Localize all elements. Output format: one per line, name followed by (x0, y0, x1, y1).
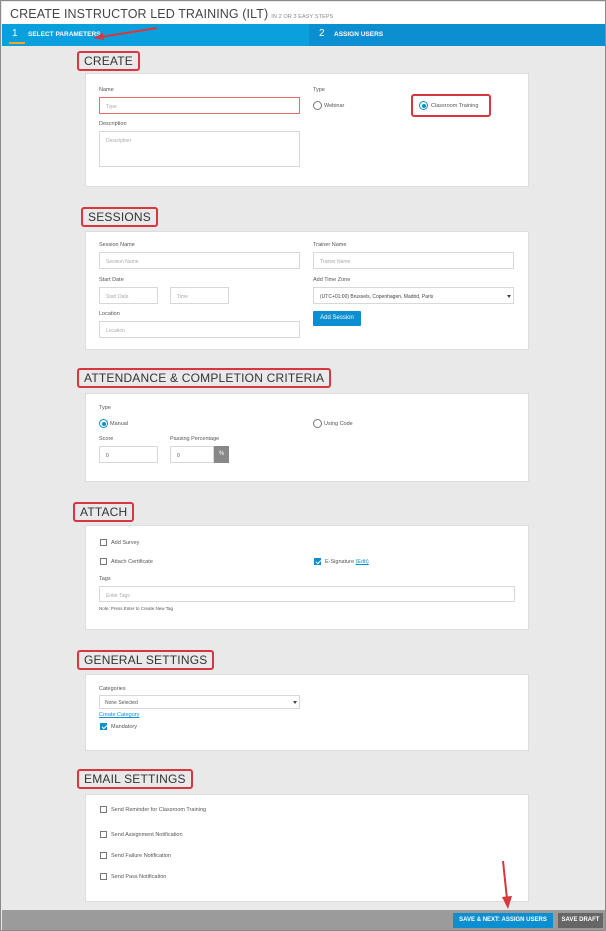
page-header: CREATE INSTRUCTOR LED TRAINING (ILT) IN 2… (2, 2, 605, 24)
location-input[interactable]: Location (99, 321, 300, 338)
step-label: SELECT PARAMETERS (28, 31, 101, 38)
save-draft-button[interactable]: SAVE DRAFT (558, 913, 603, 928)
step-number: 1 (12, 28, 18, 39)
webinar-radio[interactable] (313, 101, 322, 110)
e-signature-checkbox[interactable] (314, 558, 321, 565)
attach-panel: Add Survey Attach Certificate E-Signatur… (85, 525, 529, 630)
using-code-radio[interactable] (313, 419, 322, 428)
description-textarea[interactable]: Description (99, 131, 300, 167)
description-label: Description (99, 121, 127, 127)
score-label: Score (99, 436, 114, 442)
attach-certificate-checkbox[interactable] (100, 558, 107, 565)
tags-label: Tags (99, 576, 111, 582)
step-assign-users[interactable]: 2 ASSIGN USERS (309, 24, 605, 46)
create-panel: Name Type Description Description Type W… (85, 73, 529, 187)
e-signature-edit-link[interactable]: (Edit) (356, 559, 369, 565)
type-label: Type (313, 87, 325, 93)
send-reminder-checkbox[interactable] (100, 806, 107, 813)
session-name-input[interactable]: Session Name (99, 252, 300, 269)
categories-select[interactable]: None Selected (99, 695, 300, 709)
percent-addon: % (214, 446, 229, 463)
session-name-label: Session Name (99, 242, 135, 248)
using-code-label: Using Code (324, 421, 353, 427)
create-category-link[interactable]: Create Category (99, 712, 139, 718)
section-title-general: GENERAL SETTINGS (77, 650, 215, 670)
section-title-sessions: SESSIONS (81, 207, 158, 227)
send-failure-label: Send Failure Notification (111, 853, 171, 859)
start-date-input[interactable]: Start Date (99, 287, 158, 304)
annotation-arrow-step (93, 27, 158, 40)
chevron-down-icon (507, 295, 511, 298)
general-panel: Categories None Selected Create Category… (85, 674, 529, 751)
send-assignment-label: Send Assignment Notification (111, 832, 183, 838)
tags-input[interactable]: Enter Tags (99, 586, 515, 602)
score-input[interactable]: 0 (99, 446, 158, 463)
trainer-name-label: Trainer Name (313, 242, 347, 248)
add-survey-checkbox[interactable] (100, 539, 107, 546)
add-session-button[interactable]: Add Session (313, 311, 361, 326)
step-label: ASSIGN USERS (334, 31, 384, 38)
step-active-indicator (9, 42, 25, 44)
save-next-button[interactable]: SAVE & NEXT: ASSIGN USERS (453, 913, 553, 928)
location-label: Location (99, 311, 120, 317)
name-input[interactable]: Type (99, 97, 300, 114)
app-frame: CREATE INSTRUCTOR LED TRAINING (ILT) IN 2… (0, 0, 606, 931)
send-failure-checkbox[interactable] (100, 852, 107, 859)
page-title: CREATE INSTRUCTOR LED TRAINING (ILT) IN 2… (10, 7, 333, 21)
classroom-training-radio[interactable] (419, 101, 428, 110)
email-panel: Send Reminder for Classroom Training Sen… (85, 794, 529, 902)
chevron-down-icon (293, 701, 297, 704)
attach-certificate-label: Attach Certificate (111, 559, 153, 565)
attendance-panel: Type Manual Using Code Score 0 Passing P… (85, 393, 529, 482)
mandatory-checkbox[interactable] (100, 723, 107, 730)
manual-label: Manual (110, 421, 129, 427)
classroom-training-label: Classroom Training (431, 103, 479, 109)
time-zone-label: Add Time Zone (313, 277, 351, 283)
trainer-name-input[interactable]: Trainer Name (313, 252, 514, 269)
section-title-attendance: ATTENDANCE & COMPLETION CRITERIA (77, 368, 332, 388)
passing-percentage-input[interactable]: 0 (170, 446, 214, 463)
footer-bar: SAVE & NEXT: ASSIGN USERS SAVE DRAFT (2, 910, 605, 930)
page-title-text: CREATE INSTRUCTOR LED TRAINING (ILT) (10, 7, 269, 21)
manual-radio[interactable] (99, 419, 108, 428)
categories-label: Categories (99, 686, 126, 692)
add-survey-label: Add Survey (111, 540, 140, 546)
mandatory-label: Mandatory (111, 724, 137, 730)
section-title-create: CREATE (77, 51, 140, 71)
time-zone-select[interactable]: (UTC+01:00) Brussels, Copenhagen, Madrid… (313, 287, 514, 304)
name-label: Name (99, 87, 114, 93)
step-number: 2 (319, 28, 325, 39)
page-subtitle: IN 2 OR 3 EASY STEPS (271, 14, 334, 20)
tags-note: Note: Press Enter to Create New Tag (99, 606, 173, 611)
start-date-label: Start Date (99, 277, 124, 283)
send-assignment-checkbox[interactable] (100, 831, 107, 838)
webinar-label: Webinar (324, 103, 345, 109)
section-title-attach: ATTACH (73, 502, 135, 522)
send-reminder-label: Send Reminder for Classroom Training (111, 807, 207, 813)
attendance-type-label: Type (99, 405, 111, 411)
section-title-email: EMAIL SETTINGS (77, 769, 193, 789)
annotation-arrow-save (502, 860, 512, 909)
e-signature-label: E-Signature (Edit) (325, 559, 369, 565)
passing-percentage-label: Passing Percentage (170, 436, 220, 442)
send-pass-checkbox[interactable] (100, 873, 107, 880)
sessions-panel: Session Name Session Name Trainer Name T… (85, 231, 529, 350)
time-input[interactable]: Time (170, 287, 229, 304)
e-signature-text: E-Signature (325, 559, 355, 565)
send-pass-label: Send Pass Notification (111, 874, 167, 880)
